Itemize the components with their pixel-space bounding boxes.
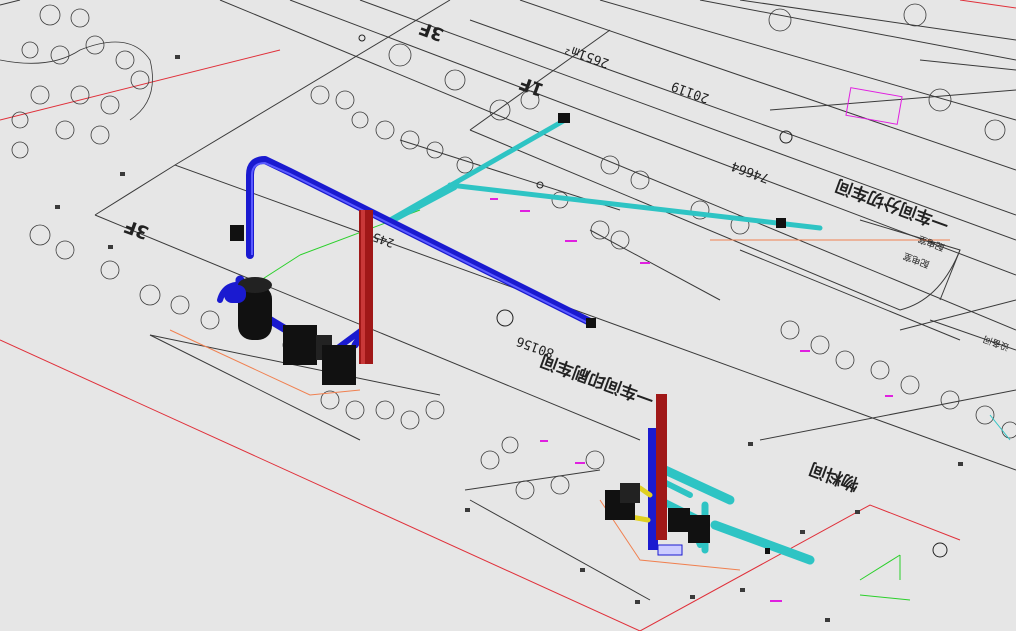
cyan-valve-right — [776, 218, 786, 228]
dimension-20119: 20119 — [669, 78, 711, 105]
area-label: 2651m² — [562, 40, 611, 70]
room-tag-a: 配电室 — [917, 233, 946, 254]
small-symbols — [55, 55, 963, 622]
dimension-245: 245 — [371, 230, 396, 251]
workshop-label-slitting: 一车间分切车间 — [833, 175, 952, 235]
blue-pipe-end-valve — [586, 318, 596, 328]
room-tag-c: 设备间 — [982, 333, 1011, 354]
floor-label-3f-top: 3F — [416, 17, 447, 45]
drawing-labels: 3F 3F 1F 2651m² 20119 74664 80156 245 一车… — [121, 17, 1011, 495]
isometric-pipe-drawing: 3F 3F 1F 2651m² 20119 74664 80156 245 一车… — [0, 0, 1016, 631]
blue-pipe-network — [217, 156, 594, 353]
room-tag-b: 配电室 — [902, 250, 931, 271]
floor-label-3f: 3F — [121, 215, 152, 243]
red-riser-upper-shade — [361, 210, 365, 364]
red-riser-lower — [656, 394, 667, 540]
cad-viewport[interactable]: 3F 3F 1F 2651m² 20119 74664 80156 245 一车… — [0, 0, 1016, 631]
site-boundary — [0, 0, 1016, 631]
upper-equipment-cluster — [224, 277, 356, 385]
workshop-label-printing: 一车间印刷车间 — [538, 350, 657, 410]
dimension-74664: 74664 — [729, 158, 771, 186]
cyan-valve-top — [558, 113, 570, 123]
workshop-label-material: 物料间 — [807, 458, 862, 495]
landscape-trees — [11, 3, 1016, 500]
lower-small-valve — [765, 548, 770, 554]
upper-small-valve — [230, 225, 244, 241]
